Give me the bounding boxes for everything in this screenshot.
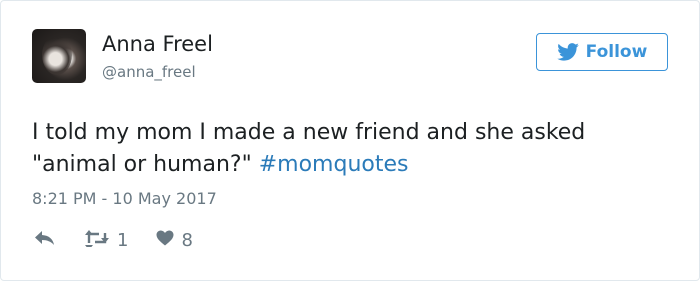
twitter-bird-icon: [556, 43, 579, 61]
reply-icon: [34, 230, 56, 251]
hashtag-link[interactable]: #momquotes: [259, 152, 409, 177]
author-handle[interactable]: @anna_freel: [102, 63, 196, 81]
follow-label: Follow: [585, 42, 648, 62]
retweet-count: 1: [117, 230, 129, 251]
follow-button[interactable]: Follow: [536, 33, 668, 71]
tweet-actions: 1 8: [34, 229, 193, 252]
tweet-text: I told my mom I made a new friend and sh…: [32, 117, 672, 181]
like-count: 8: [181, 230, 193, 251]
heart-icon: [156, 230, 174, 251]
reply-button[interactable]: [34, 230, 56, 251]
avatar[interactable]: [32, 29, 86, 83]
tweet-timestamp[interactable]: 8:21 PM - 10 May 2017: [32, 189, 217, 208]
retweet-button[interactable]: 1: [84, 229, 128, 252]
author-name[interactable]: Anna Freel: [102, 32, 213, 56]
like-button[interactable]: 8: [156, 230, 193, 251]
tweet-card: Anna Freel @anna_freel Follow I told my …: [0, 0, 700, 281]
retweet-icon: [84, 229, 110, 252]
